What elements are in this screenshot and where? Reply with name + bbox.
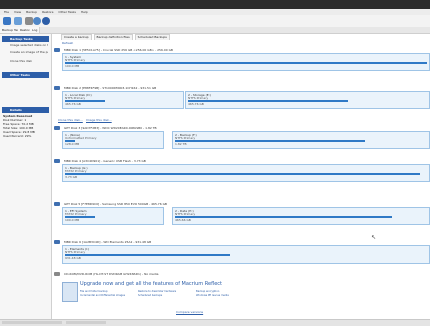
feature-item: Backup encryption — [196, 290, 220, 293]
backup-icon[interactable] — [3, 17, 11, 25]
partition-usage-bar — [175, 216, 392, 218]
partition-size: 465.66 GB — [175, 218, 191, 222]
sidebar-item-clone-disk[interactable]: Clone this disk — [10, 60, 48, 63]
partition-size: 100.0 MB — [65, 64, 80, 68]
title-bar — [0, 0, 430, 9]
partition[interactable]: 1 - System NTFS Primary 100.0 MB — [62, 53, 430, 71]
partition-usage-bar — [188, 100, 348, 102]
disk-description: MBR Disk 6 [1A2B3C4D] - WD Elements 25A2… — [64, 240, 152, 244]
details-disk: Disk Number: 1 — [3, 119, 27, 122]
main-panel: Create a backup Backup definition files … — [52, 34, 430, 319]
feature-item: Scheduled backups — [138, 294, 163, 297]
partition[interactable]: 1 - Backup (G:) FAT32 Primary 3.73 GB — [62, 164, 430, 182]
product-box-icon — [62, 282, 78, 302]
sidebar-item-image-disks[interactable]: Image selected disks on this computer — [10, 44, 48, 47]
tab-scheduled-backups[interactable]: Scheduled Backups — [134, 34, 170, 40]
feature-item: Incremental and Differential images — [80, 294, 126, 297]
partition-size: 128.0 MB — [65, 142, 80, 146]
tab-log[interactable]: Log — [30, 27, 41, 33]
subtabs: Create a backup Backup definition files … — [61, 34, 171, 40]
cdrom-row: CD-ROM/DVD-ROM (HL-DT-ST DVDRAM GH24NSD1… — [52, 272, 430, 278]
gear-icon[interactable] — [25, 17, 33, 25]
disk-row: MBR Disk 1 [5E5C1A75] - Crucial SSD 256 … — [52, 48, 430, 71]
partition-size: 1.82 TB — [175, 142, 187, 146]
status-segment — [2, 321, 62, 324]
main-tabs: Backup Tasks Restore Log — [0, 27, 430, 34]
disk-row: MBR Disk 2 [E88F4F9B] - ST1000DM003-1CH1… — [52, 86, 430, 114]
partition-usage-bar — [65, 62, 427, 64]
partition[interactable]: 2 - Backup (F:) NTFS Primary 1.82 TB — [172, 131, 430, 149]
refresh-button[interactable]: Refresh — [62, 41, 73, 45]
image-disk-link[interactable]: Image this disk... — [86, 118, 112, 122]
partition-size: 465.76 GB — [65, 102, 81, 106]
partition-size: 3.73 GB — [65, 175, 78, 179]
document-icon[interactable] — [14, 17, 22, 25]
disk-description: GPT Disk 5 [F7E8D9C0] - Samsung SSD 850 … — [64, 202, 167, 206]
disk-icon — [54, 48, 60, 52]
disk-row: MBR Disk 6 [1A2B3C4D] - WD Elements 25A2… — [52, 240, 430, 264]
details-name: System Reserved — [3, 115, 33, 118]
partition[interactable]: 2 - Data (H:) NTFS Primary 465.66 GB — [172, 207, 430, 225]
feature-item: Restore to dissimilar hardware — [138, 290, 177, 293]
compare-versions-link[interactable]: Compare versions — [176, 310, 203, 314]
upgrade-title[interactable]: Upgrade now and get all the features of … — [80, 281, 222, 287]
disk-description: MBR Disk 2 [E88F4F9B] - ST1000DM003-1CH1… — [64, 86, 157, 90]
sidebar: Backup Tasks Image selected disks on thi… — [0, 34, 52, 319]
disk-row: GPT Disk 3 [9AD7F2B3] - WDC WD20EARX-00P… — [52, 126, 430, 152]
cdrom-description: CD-ROM/DVD-ROM (HL-DT-ST DVDRAM GH24NSD1… — [64, 272, 159, 276]
disk-row: MBR Disk 4 [A3C4D901] - Generic USB Flas… — [52, 159, 430, 182]
status-segment — [66, 321, 106, 324]
partition-size: 100.0 MB — [65, 218, 80, 222]
globe-icon[interactable] — [42, 17, 50, 25]
partition[interactable]: 1 - EFI System FAT32 Primary 100.0 MB — [62, 207, 164, 225]
details-percent: Used Percent: 29% — [3, 135, 32, 138]
disk-description: MBR Disk 1 [5E5C1A75] - Crucial SSD 256 … — [64, 48, 173, 52]
feature-item: Windows PE rescue media — [196, 294, 229, 297]
disk-row: GPT Disk 5 [F7E8D9C0] - Samsung SSD 850 … — [52, 202, 430, 228]
disk-icon — [54, 240, 60, 244]
cdrom-icon — [54, 272, 60, 276]
partition[interactable]: 2 - Storage (E:) NTFS Primary 465.76 GB — [185, 91, 430, 109]
disk-icon — [54, 159, 60, 163]
sidebar-head-backup-tasks[interactable]: Backup Tasks — [2, 36, 49, 42]
disk-description: MBR Disk 4 [A3C4D901] - Generic USB Flas… — [64, 159, 146, 163]
sidebar-head-details[interactable]: Details — [2, 107, 49, 113]
tab-create-backup[interactable]: Create a backup — [61, 34, 92, 40]
partition-usage-bar — [65, 254, 230, 256]
details-total: Total Size: 100.0 MB — [3, 127, 34, 130]
partition[interactable]: 1 - Elements (I:) NTFS Primary 931.48 GB — [62, 245, 430, 264]
sidebar-item-image-windows[interactable]: Create an image of the partition(s) requ… — [10, 51, 48, 54]
tab-definition-files[interactable]: Backup definition files — [93, 34, 133, 40]
partition[interactable]: 1 - Local Disk (D:) NTFS Primary 465.76 … — [62, 91, 184, 109]
disk-icon — [54, 202, 60, 206]
details-used: Used Space: 29.8 MB — [3, 131, 35, 134]
sidebar-head-other-tasks[interactable]: Other Tasks — [2, 72, 49, 78]
disk-icon — [54, 86, 60, 90]
disk-icon — [54, 126, 60, 130]
partition[interactable]: 1 - (None) Unformatted Primary 128.0 MB — [62, 131, 164, 149]
partition-usage-bar — [175, 140, 365, 142]
restore-icon[interactable] — [33, 17, 41, 25]
disk-description: GPT Disk 3 [9AD7F2B3] - WDC WD20EARX-00P… — [64, 126, 157, 130]
partition-size: 931.48 GB — [65, 256, 81, 260]
partition-usage-bar — [65, 173, 420, 175]
mouse-cursor-icon: ↖ — [371, 234, 377, 241]
details-free: Free Space: 70.2 MB — [3, 123, 34, 126]
partition-size: 465.76 GB — [188, 102, 204, 106]
feature-item: File and folder backup — [80, 290, 108, 293]
clone-disk-link[interactable]: Clone this disk... — [58, 118, 83, 122]
